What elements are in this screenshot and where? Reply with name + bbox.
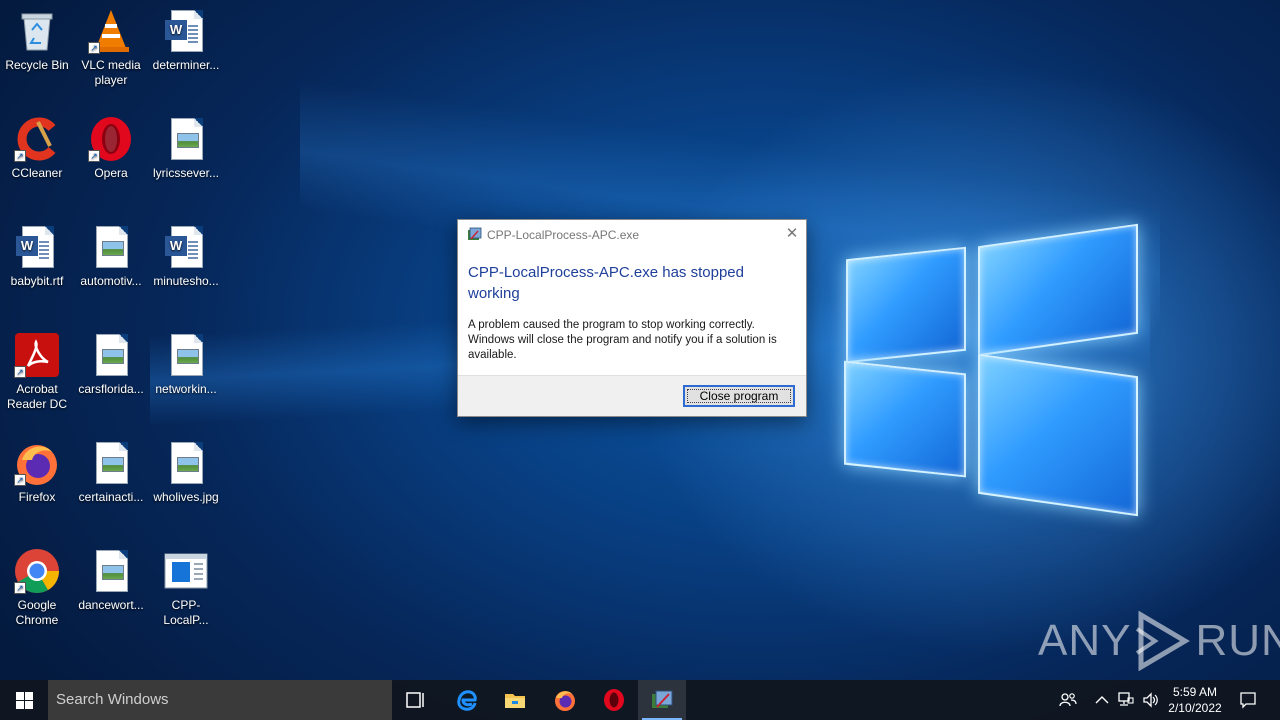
desktop-icon-networkin[interactable]: networkin... xyxy=(150,332,222,397)
desktop-icon-acrobat-reader[interactable]: ↗ Acrobat Reader DC xyxy=(1,332,73,412)
dialog-heading: CPP-LocalProcess-APC.exe has stopped wor… xyxy=(468,264,744,302)
close-program-button[interactable]: Close program xyxy=(683,385,795,407)
people-button[interactable] xyxy=(1056,680,1080,720)
image-file-icon xyxy=(88,440,134,486)
acrobat-reader-icon: ↗ xyxy=(14,332,60,378)
clock-date: 2/10/2022 xyxy=(1168,701,1222,715)
play-icon xyxy=(1136,611,1191,671)
desktop-icon-label: CPP-LocalP... xyxy=(163,598,209,627)
desktop-icon-lyricssever[interactable]: lyricssever... xyxy=(150,116,222,181)
image-file-icon xyxy=(88,548,134,594)
notification-icon xyxy=(1240,692,1256,709)
watermark-left-text: ANY xyxy=(1038,616,1132,665)
desktop-icon-google-chrome[interactable]: ↗ Google Chrome xyxy=(1,548,73,628)
network-icon xyxy=(1118,692,1134,706)
desktop-icon-ccleaner[interactable]: ↗ CCleaner xyxy=(1,116,73,181)
image-file-icon xyxy=(163,440,209,486)
app-icon xyxy=(652,690,673,708)
desktop-icon-label: determiner... xyxy=(152,58,220,72)
chevron-up-icon xyxy=(1095,696,1109,704)
opera-icon: ↗ xyxy=(88,116,134,162)
edge-icon xyxy=(457,690,477,711)
vlc-icon: ↗ xyxy=(88,8,134,54)
taskbar-edge[interactable] xyxy=(443,680,491,720)
desktop-icon-opera[interactable]: ↗ Opera xyxy=(75,116,147,181)
taskbar-search-box[interactable]: Search Windows xyxy=(48,680,392,720)
desktop-icon-label: VLC media player xyxy=(81,58,141,87)
taskbar: Search Windows 5:59 AM 2/10/2022 xyxy=(0,680,1280,720)
word-document-icon: W xyxy=(14,224,60,270)
speaker-icon xyxy=(1143,692,1158,708)
ccleaner-icon: ↗ xyxy=(14,116,60,162)
image-file-icon xyxy=(88,332,134,378)
recycle-bin-icon xyxy=(14,8,60,54)
volume-button[interactable] xyxy=(1140,680,1162,720)
desktop-icon-label: Recycle Bin xyxy=(5,58,69,72)
desktop-icon-certainacti[interactable]: certainacti... xyxy=(75,440,147,505)
desktop-icon-firefox[interactable]: ↗ Firefox xyxy=(1,440,73,505)
chrome-icon: ↗ xyxy=(14,548,60,594)
image-file-icon xyxy=(88,224,134,270)
desktop-icon-label: automotiv... xyxy=(80,274,142,288)
taskbar-file-explorer[interactable] xyxy=(491,680,539,720)
desktop-icon-minutesho[interactable]: W minutesho... xyxy=(150,224,222,289)
action-center-button[interactable] xyxy=(1232,680,1264,720)
desktop-icon-label: minutesho... xyxy=(153,274,219,288)
dialog-title: CPP-LocalProcess-APC.exe xyxy=(487,228,640,242)
desktop-icon-label: Opera xyxy=(94,166,128,180)
show-hidden-icons-button[interactable] xyxy=(1092,680,1112,720)
desktop-icon-label: certainacti... xyxy=(78,490,144,504)
desktop-icon-label: CCleaner xyxy=(11,166,63,180)
desktop-icon-automotiv[interactable]: automotiv... xyxy=(75,224,147,289)
task-view-button[interactable] xyxy=(392,680,440,720)
dialog-footer: Close program xyxy=(458,375,806,416)
word-document-icon: W xyxy=(163,224,209,270)
error-dialog: CPP-LocalProcess-APC.exe ✕ CPP-LocalProc… xyxy=(457,219,807,417)
network-button[interactable] xyxy=(1114,680,1138,720)
image-file-icon xyxy=(163,116,209,162)
opera-icon xyxy=(604,689,624,711)
start-button[interactable] xyxy=(0,680,48,720)
app-icon xyxy=(467,227,482,242)
watermark-right-text: RUN xyxy=(1195,616,1280,665)
desktop-icon-carsflorida[interactable]: carsflorida... xyxy=(75,332,147,397)
desktop-icon-label: Firefox xyxy=(18,490,56,504)
firefox-icon xyxy=(555,691,575,711)
desktop-icon-label: wholives.jpg xyxy=(153,490,219,504)
dialog-titlebar[interactable]: CPP-LocalProcess-APC.exe ✕ xyxy=(458,220,806,249)
desktop-icon-label: lyricssever... xyxy=(152,166,219,180)
windows-wallpaper-logo xyxy=(838,215,1143,517)
desktop-icon-label: Acrobat Reader DC xyxy=(6,382,68,411)
desktop-icon-determiner[interactable]: W determiner... xyxy=(150,8,222,73)
desktop-icon-label: Google Chrome xyxy=(15,598,59,627)
taskbar-cpp-localprocess[interactable] xyxy=(638,680,686,720)
desktop-icon-label: networkin... xyxy=(155,382,217,396)
clock-time: 5:59 AM xyxy=(1172,685,1218,699)
firefox-icon: ↗ xyxy=(14,440,60,486)
close-icon[interactable]: ✕ xyxy=(784,226,800,242)
desktop-icon-wholives[interactable]: wholives.jpg xyxy=(150,440,222,505)
desktop-icon-dancewort[interactable]: dancewort... xyxy=(75,548,147,613)
windows-icon xyxy=(16,692,33,709)
desktop-icon-recycle-bin[interactable]: Recycle Bin xyxy=(1,8,73,73)
image-file-icon xyxy=(163,332,209,378)
desktop-icon-cpp-localprocess[interactable]: CPP-LocalP... xyxy=(150,548,222,628)
folder-icon xyxy=(505,694,525,708)
task-view-icon xyxy=(406,692,424,708)
desktop-icon-label: babybit.rtf xyxy=(10,274,64,288)
word-document-icon: W xyxy=(163,8,209,54)
desktop-icon-babybit[interactable]: W babybit.rtf xyxy=(1,224,73,289)
desktop-icon-label: carsflorida... xyxy=(78,382,144,396)
desktop-icon-label: dancewort... xyxy=(78,598,144,612)
taskbar-clock[interactable]: 5:59 AM 2/10/2022 xyxy=(1160,684,1230,716)
anyrun-watermark: ANY RUN xyxy=(1038,608,1280,674)
people-icon xyxy=(1059,693,1077,707)
desktop-icon-vlc[interactable]: ↗ VLC media player xyxy=(75,8,147,88)
executable-file-icon xyxy=(163,548,209,594)
taskbar-firefox[interactable] xyxy=(541,680,589,720)
taskbar-opera[interactable] xyxy=(590,680,638,720)
dialog-message: A problem caused the program to stop wor… xyxy=(468,319,777,361)
